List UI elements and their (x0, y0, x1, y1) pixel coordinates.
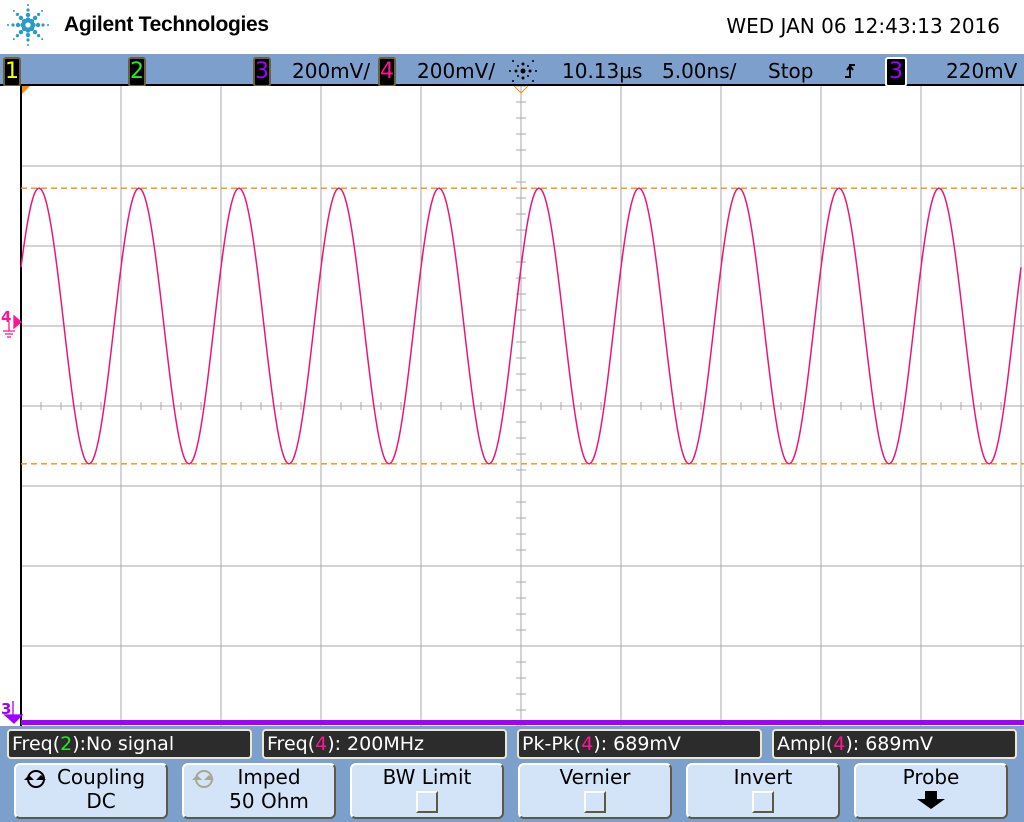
trigger-position-marker (22, 86, 30, 94)
measurement-label: Freq( (12, 733, 61, 755)
trigger-source: 3 (885, 57, 907, 87)
softkey-imped[interactable]: Imped 50 Ohm (182, 763, 336, 819)
softkey-label: Probe (902, 765, 960, 789)
graticule (3, 85, 1024, 727)
brand-name: Agilent Technologies (64, 13, 269, 36)
softkey-bw-limit[interactable]: BW Limit (350, 763, 504, 819)
measurement-channel: 4 (833, 733, 846, 755)
delay-value: 10.13µs (562, 59, 643, 83)
measurement-1: Freq(2):No signal (7, 729, 252, 759)
measurement-2: Freq(4): 200MHz (262, 729, 507, 759)
channel-4-scale: 200mV/ (417, 59, 496, 83)
softkey-probe[interactable]: Probe (854, 763, 1008, 819)
measurement-4: Ampl(4): 689mV (772, 729, 1017, 759)
datetime: WED JAN 06 12:43:13 2016 (726, 14, 1000, 38)
softkey-label: Coupling (56, 765, 146, 789)
timebase-value: 5.00ns/ (662, 59, 737, 83)
trigger-level: 220mV (946, 59, 1018, 83)
rising-edge-icon (845, 64, 855, 78)
channel-3-scale: 200mV/ (292, 59, 371, 83)
channel-1-button[interactable]: 1 (3, 57, 21, 87)
softkey-coupling[interactable]: Coupling DC (14, 763, 168, 819)
channel-3-trace (21, 720, 1024, 725)
waveform-display: 4 3 (0, 85, 1024, 727)
arrow-down-icon (917, 791, 945, 809)
softkey-label: BW Limit (382, 765, 472, 789)
softkey-label: Vernier (559, 765, 631, 789)
softkey-label: Imped (237, 765, 301, 789)
measurement-value: ): 689mV (593, 733, 681, 755)
channel-3-button[interactable]: 3 (253, 57, 271, 87)
channel-2-button[interactable]: 2 (128, 57, 146, 87)
measurement-channel: 4 (581, 733, 594, 755)
measurement-channel: 2 (60, 733, 73, 755)
softkey-value: 50 Ohm (229, 789, 309, 813)
cycle-icon (24, 770, 46, 788)
run-state[interactable]: Stop (768, 59, 813, 83)
measurement-value: ): 689mV (845, 733, 933, 755)
channel-4-button[interactable]: 4 (378, 57, 396, 87)
measurement-label: Freq( (267, 733, 316, 755)
checkbox[interactable] (752, 791, 774, 813)
measurement-value: ):No signal (72, 733, 175, 755)
softkey-value: DC (86, 789, 116, 813)
status-bar: 1 2 3 200mV/ 4 200mV/ 10.13µs 5.00ns/ St… (0, 54, 1024, 87)
measurement-3: Pk-Pk(4): 689mV (517, 729, 762, 759)
measurement-label: Pk-Pk( (522, 733, 582, 755)
measurement-label: Ampl( (777, 733, 834, 755)
softkey-vernier[interactable]: Vernier (518, 763, 672, 819)
agilent-logo-icon (7, 4, 49, 46)
channel-4-ground-marker[interactable]: 4 (1, 308, 11, 326)
delay-icon (509, 60, 537, 82)
checkbox[interactable] (584, 791, 606, 813)
measurement-channel: 4 (315, 733, 328, 755)
checkbox[interactable] (416, 791, 438, 813)
channel-3-ground-marker[interactable]: 3 (1, 700, 11, 718)
cycle-icon (192, 770, 214, 788)
measurement-value: ): 200MHz (327, 733, 424, 755)
header: Agilent Technologies WED JAN 06 12:43:13… (0, 0, 1024, 54)
softkey-label: Invert (733, 765, 793, 789)
softkey-invert[interactable]: Invert (686, 763, 840, 819)
